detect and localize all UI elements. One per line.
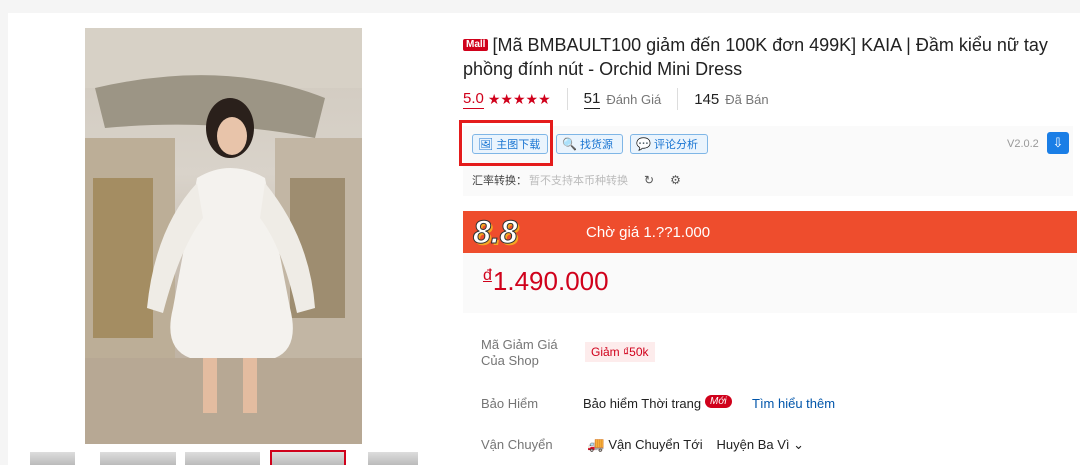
product-price: đ1.490.000	[483, 266, 609, 297]
thumbnail[interactable]	[100, 452, 176, 465]
truck-icon: 🚚	[587, 436, 605, 452]
shipping-to-label: Vận Chuyển Tới	[608, 437, 703, 452]
rating-value[interactable]: 5.0	[463, 90, 484, 109]
refresh-icon[interactable]: ↻	[644, 173, 654, 187]
sold-label: Đã Bán	[725, 91, 769, 107]
new-badge: Mới	[705, 395, 732, 408]
chat-icon: 💬	[636, 137, 651, 151]
currency-symbol: đ	[483, 267, 492, 284]
dress-photo	[85, 28, 362, 444]
gear-icon[interactable]: ⚙	[670, 173, 681, 187]
flash-sale-logo: 8.8	[472, 214, 518, 251]
price-amount: 1.490.000	[492, 266, 609, 296]
plugin-version: V2.0.2	[1007, 138, 1039, 150]
product-main-image[interactable]	[85, 28, 362, 444]
voucher-badge[interactable]: Giảm ₫50k	[585, 342, 655, 362]
shipping-to-row: 🚚 Vận Chuyển Tới Huyện Ba Vì ⌄	[587, 436, 804, 453]
mall-badge: Mall	[463, 39, 489, 51]
price-box: đ1.490.000	[463, 253, 1077, 313]
reviews-label: Đánh Giá	[606, 91, 662, 107]
voucher-label: Mã Giảm Giá Của Shop	[481, 337, 558, 368]
divider	[566, 88, 568, 110]
product-title-text: [Mã BMBAULT100 giảm đến 100K đơn 499K] K…	[463, 35, 1048, 79]
exchange-rate-label: 汇率转换：	[472, 175, 527, 187]
flash-sale-banner: 8.8 Chờ giá 1.??1.000	[463, 211, 1077, 253]
review-analysis-button[interactable]: 💬 评论分析	[630, 134, 708, 154]
thumbnail[interactable]	[368, 452, 418, 465]
thumbnail-active[interactable]	[270, 450, 346, 465]
thumbnail-strip	[30, 450, 430, 465]
shipping-destination[interactable]: Huyện Ba Vì ⌄	[717, 437, 805, 452]
flash-sale-text: Chờ giá 1.??1.000	[586, 224, 711, 241]
divider	[677, 88, 679, 110]
search-icon: 🔍	[562, 137, 577, 151]
review-analysis-label: 评论分析	[653, 139, 698, 151]
shipping-label: Vận Chuyển	[481, 437, 553, 452]
learn-more-link[interactable]: Tìm hiểu thêm	[752, 396, 835, 411]
chevron-down-icon: ⌄	[793, 437, 805, 452]
insurance-label: Bảo Hiểm	[481, 396, 539, 411]
find-source-label: 找货源	[579, 139, 613, 151]
highlight-box	[459, 120, 553, 166]
reviews-count[interactable]: 51	[583, 90, 601, 109]
exchange-rate-value: 暂不支持本币种转换	[529, 175, 628, 187]
star-rating-icon: ★★★★★	[487, 90, 551, 107]
thumbnail[interactable]	[185, 452, 260, 465]
plugin-logo-icon[interactable]: ⇩	[1047, 132, 1069, 154]
find-source-button[interactable]: 🔍 找货源	[556, 134, 623, 154]
shipping-destination-text: Huyện Ba Vì	[716, 437, 790, 452]
rating-row: 5.0 ★★★★★ 51 Đánh Giá 145 Đã Bán	[463, 88, 769, 110]
thumbnail[interactable]	[30, 452, 75, 465]
product-title: Mall [Mã BMBAULT100 giảm đến 100K đơn 499…	[463, 33, 1073, 81]
exchange-rate-row: 汇率转换： 暂不支持本币种转换 ↻ ⚙	[472, 172, 681, 188]
sold-count: 145	[694, 90, 720, 108]
insurance-value: Bảo hiểm Thời trang	[583, 396, 702, 411]
